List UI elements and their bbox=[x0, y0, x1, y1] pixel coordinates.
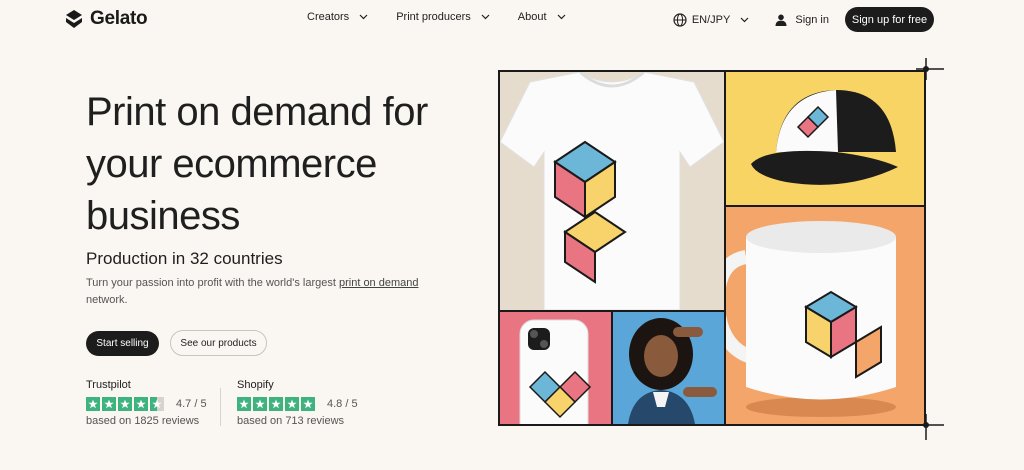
gelato-logo-icon bbox=[66, 10, 82, 28]
user-icon bbox=[775, 14, 787, 26]
creator-photo bbox=[613, 312, 724, 424]
cap-product-image bbox=[726, 72, 924, 205]
signin-label: Sign in bbox=[795, 13, 829, 26]
mug-product-image bbox=[726, 207, 924, 424]
hero-subtitle: Production in 32 countries bbox=[86, 249, 283, 268]
rating-source: Shopify bbox=[237, 379, 274, 391]
main-nav: Creators Print producers About bbox=[307, 11, 594, 23]
rating-score: 4.8 / 5 bbox=[327, 398, 358, 410]
star-icon bbox=[253, 397, 267, 411]
star-icon bbox=[118, 397, 132, 411]
print-on-demand-link[interactable]: print on demand bbox=[339, 277, 419, 289]
rating-reviews: based on 713 reviews bbox=[237, 415, 345, 427]
hero-description: Turn your passion into profit with the w… bbox=[86, 275, 446, 309]
star-icon bbox=[134, 397, 148, 411]
crop-mark-icon bbox=[916, 414, 944, 440]
chevron-down-icon bbox=[359, 14, 368, 20]
signup-button[interactable]: Sign up for free bbox=[845, 7, 934, 32]
rating-score: 4.7 / 5 bbox=[176, 398, 207, 410]
nav-item-print-producers[interactable]: Print producers bbox=[396, 11, 490, 23]
star-icon bbox=[301, 397, 315, 411]
star-icon bbox=[86, 397, 100, 411]
nav-item-label: Print producers bbox=[396, 11, 471, 23]
star-icon bbox=[269, 397, 283, 411]
rating-stars bbox=[237, 397, 315, 411]
chevron-down-icon bbox=[481, 14, 490, 20]
rating-stars bbox=[86, 397, 164, 411]
star-icon bbox=[102, 397, 116, 411]
description-text-end: network. bbox=[86, 294, 128, 306]
brand-logo[interactable]: Gelato bbox=[64, 8, 148, 30]
cap-illustration bbox=[751, 90, 898, 185]
trustpilot-rating: Trustpilot 4.7 / 5 based on 1825 reviews bbox=[86, 379, 207, 427]
rating-reviews: based on 1825 reviews bbox=[86, 415, 200, 427]
language-label: EN/JPY bbox=[691, 13, 731, 26]
rating-source: Trustpilot bbox=[86, 379, 131, 391]
start-selling-button[interactable]: Start selling bbox=[86, 331, 159, 356]
rating-divider bbox=[220, 388, 221, 426]
language-selector[interactable]: EN/JPY bbox=[673, 12, 750, 27]
mug-illustration bbox=[726, 221, 896, 417]
phone-case-illustration bbox=[519, 319, 592, 424]
tshirt-product-image bbox=[500, 72, 724, 310]
site-header: Gelato Creators Print producers About EN… bbox=[0, 0, 1024, 38]
creator-illustration bbox=[628, 318, 717, 424]
nav-item-label: Creators bbox=[307, 11, 350, 23]
product-collage bbox=[498, 70, 926, 426]
see-products-button[interactable]: See our products bbox=[170, 330, 267, 356]
chevron-down-icon bbox=[557, 14, 565, 20]
description-text: Turn your passion into profit with the w… bbox=[86, 277, 339, 289]
brand-name: Gelato bbox=[90, 8, 148, 29]
globe-icon bbox=[673, 12, 687, 27]
nav-item-about[interactable]: About bbox=[518, 11, 566, 23]
phone-case-product-image bbox=[500, 312, 611, 424]
star-icon bbox=[150, 397, 164, 411]
crop-mark-icon bbox=[916, 58, 944, 80]
tshirt-illustration bbox=[500, 72, 724, 310]
nav-item-label: About bbox=[517, 11, 547, 23]
star-icon bbox=[237, 397, 251, 411]
signin-link[interactable]: Sign in bbox=[775, 14, 829, 26]
nav-item-creators[interactable]: Creators bbox=[307, 11, 368, 23]
shopify-rating: Shopify 4.8 / 5 based on 713 reviews bbox=[237, 379, 358, 427]
chevron-down-icon bbox=[740, 17, 749, 22]
header-actions: EN/JPY Sign in Sign up for free bbox=[673, 7, 1024, 32]
hero-title: Print on demand for your ecommerce busin… bbox=[86, 90, 428, 238]
star-icon bbox=[285, 397, 299, 411]
